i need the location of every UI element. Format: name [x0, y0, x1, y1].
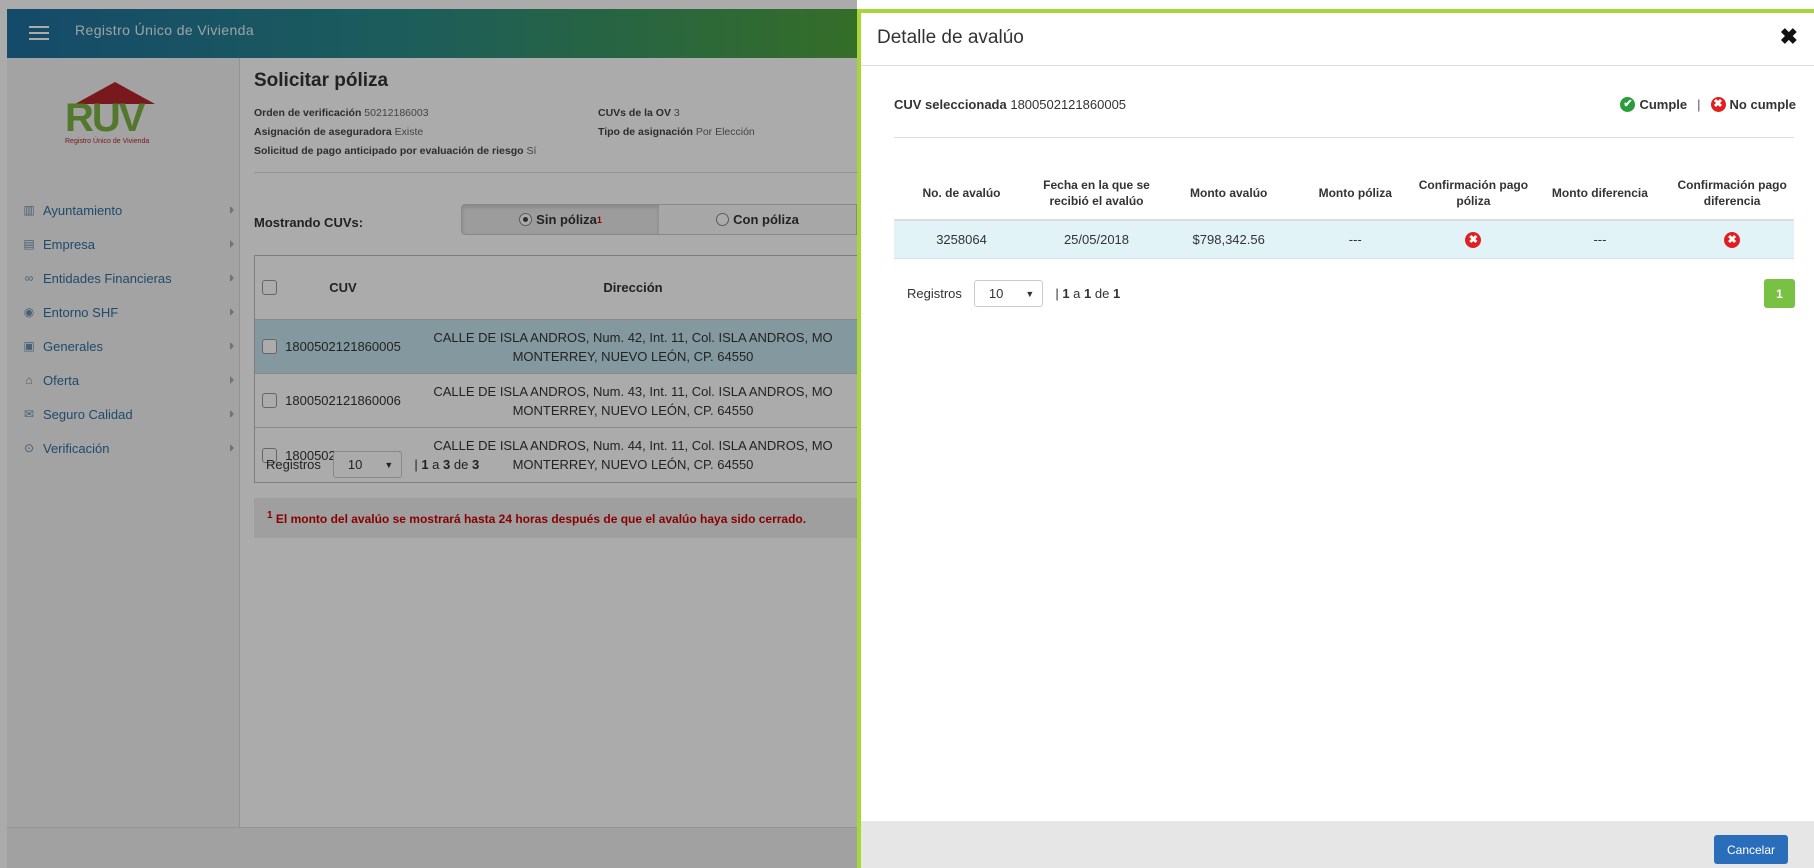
modal-footer: Cancelar: [861, 821, 1814, 868]
divider: [894, 137, 1794, 138]
page-1-button[interactable]: 1: [1764, 279, 1795, 308]
legend-no-label: No cumple: [1729, 97, 1796, 112]
modal-header: Detalle de avalúo ✖: [861, 13, 1814, 66]
registros-label: Registros: [907, 286, 962, 301]
detalle-avaluo-modal: Detalle de avalúo ✖ CUV seleccionada 180…: [857, 9, 1814, 868]
column-header-monto-poliza: Monto póliza: [1293, 167, 1418, 221]
cell-confirmacion-poliza: ✖: [1417, 220, 1530, 259]
range-a: a: [1069, 286, 1085, 301]
cell-no-avaluo: 3258064: [894, 220, 1029, 259]
dropdown-arrow-icon: ▼: [1025, 288, 1035, 299]
times-circle-icon: ✖: [1724, 231, 1741, 248]
column-header-fecha: Fecha en la que se recibió el avalúo: [1029, 167, 1164, 221]
column-header-confirmacion-poliza: Confirmación pago póliza: [1417, 167, 1530, 221]
page-size-value: 10: [988, 286, 1004, 301]
cell-monto-diferencia: ---: [1529, 220, 1671, 259]
cell-monto-avaluo: $798,342.56: [1164, 220, 1294, 259]
selected-cuv-label: CUV seleccionada: [894, 97, 1007, 112]
cell-monto-poliza: ---: [1293, 220, 1418, 259]
column-header-no-avaluo: No. de avalúo: [894, 167, 1029, 221]
selected-cuv: CUV seleccionada 1800502121860005: [894, 97, 1126, 112]
page-size-select[interactable]: 10 ▼: [973, 280, 1044, 307]
cell-fecha: 25/05/2018: [1029, 220, 1164, 259]
range-from: 1: [1062, 286, 1070, 301]
modal-title: Detalle de avalúo: [877, 27, 1024, 48]
table-row[interactable]: 3258064 25/05/2018 $798,342.56 --- ✖ ---…: [894, 220, 1794, 259]
cancel-button[interactable]: Cancelar: [1714, 835, 1788, 864]
cell-confirmacion-diferencia: ✖: [1670, 220, 1794, 259]
modal-backdrop[interactable]: [0, 0, 857, 868]
table-header-row: No. de avalúo Fecha en la que se recibió…: [894, 167, 1794, 221]
status-legend: ✔ Cumple | ✖ No cumple: [1620, 97, 1796, 112]
range-total: 1: [1112, 286, 1121, 301]
range-de: de: [1091, 286, 1113, 301]
avaluo-table: No. de avalúo Fecha en la que se recibió…: [894, 167, 1794, 259]
range-text: | 1 a 1 de 1: [1055, 286, 1120, 301]
legend-ok-label: Cumple: [1639, 97, 1688, 112]
close-icon[interactable]: ✖: [1780, 24, 1798, 50]
column-header-monto-diferencia: Monto diferencia: [1529, 167, 1671, 221]
check-circle-icon: ✔: [1620, 97, 1636, 112]
legend-separator: |: [1697, 97, 1701, 112]
modal-pagination: Registros 10 ▼ | 1 a 1 de 1: [907, 280, 1120, 307]
column-header-confirmacion-diferencia: Confirmación pago diferencia: [1670, 167, 1794, 221]
times-circle-icon: ✖: [1465, 231, 1482, 248]
selected-cuv-value: 1800502121860005: [1010, 97, 1127, 112]
times-circle-icon: ✖: [1710, 97, 1726, 112]
column-header-monto-avaluo: Monto avalúo: [1164, 167, 1294, 221]
